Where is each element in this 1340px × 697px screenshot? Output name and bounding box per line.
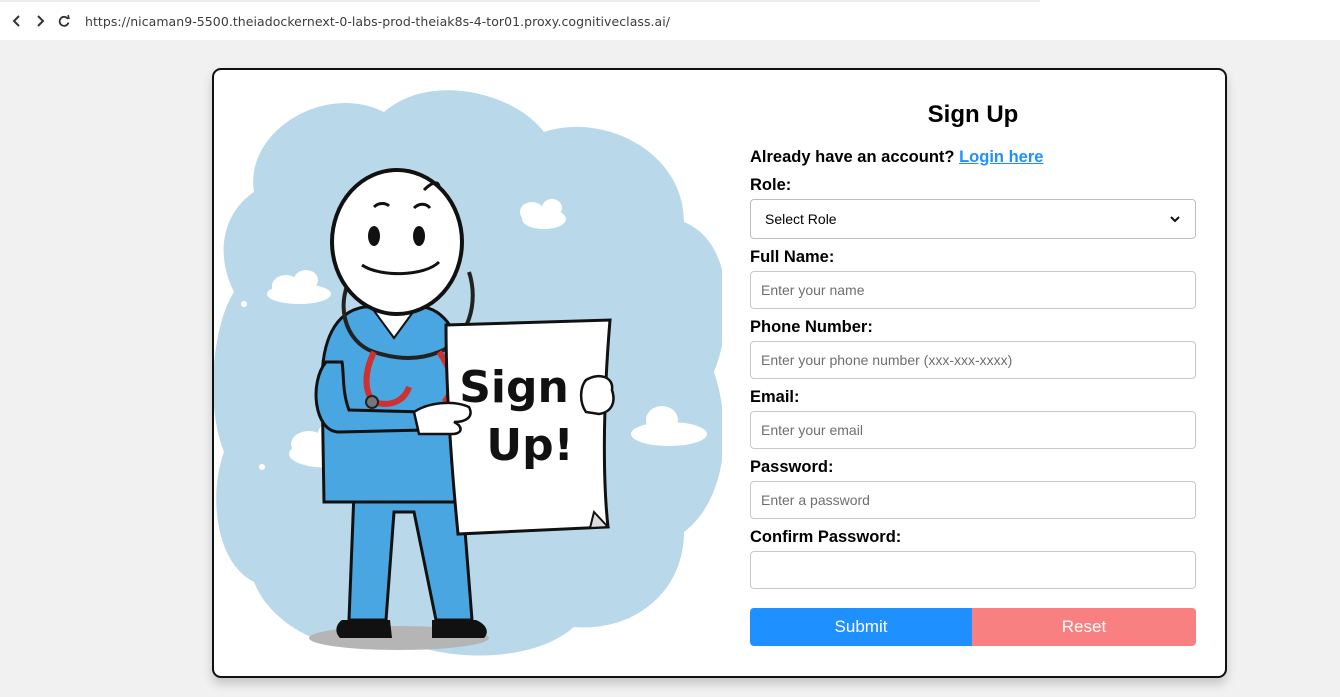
- login-prompt: Already have an account? Login here: [750, 148, 1043, 167]
- reload-button[interactable]: [56, 13, 72, 29]
- confirm-password-input[interactable]: [750, 551, 1196, 589]
- email-input[interactable]: [750, 411, 1196, 449]
- role-label: Role:: [750, 176, 792, 194]
- role-selected-value: Select Role: [765, 211, 837, 227]
- chevron-left-icon: [12, 15, 20, 27]
- email-label: Email:: [750, 388, 800, 406]
- back-button[interactable]: [9, 13, 25, 29]
- chevron-right-icon: [37, 15, 45, 27]
- password-input[interactable]: [750, 481, 1196, 519]
- password-label: Password:: [750, 458, 834, 476]
- phone-input[interactable]: [750, 341, 1196, 379]
- fullname-label: Full Name:: [750, 248, 835, 266]
- sign-text-line2: Up!: [486, 420, 573, 471]
- form-title: Sign Up: [927, 101, 1019, 128]
- chevron-down-icon: [1170, 216, 1180, 223]
- login-link[interactable]: Login here: [959, 148, 1043, 166]
- reset-button[interactable]: Reset: [972, 608, 1196, 646]
- submit-button[interactable]: Submit: [750, 608, 972, 646]
- tab-strip-line: [0, 0, 1340, 3]
- address-bar-url[interactable]: https://nicaman9-5500.theiadockernext-0-…: [85, 14, 670, 29]
- browser-toolbar: https://nicaman9-5500.theiadockernext-0-…: [0, 0, 1340, 40]
- role-select[interactable]: Select Role: [750, 199, 1196, 239]
- confirm-password-label: Confirm Password:: [750, 528, 902, 546]
- sign-text-line1: Sign: [459, 362, 569, 413]
- already-text: Already have an account?: [750, 148, 955, 166]
- signup-card: Sign Up! Sign Up Already have an account…: [212, 68, 1227, 678]
- signup-form: Sign Up Already have an account? Login h…: [750, 70, 1196, 676]
- reload-icon: [58, 14, 70, 27]
- forward-button[interactable]: [32, 13, 48, 29]
- phone-label: Phone Number:: [750, 318, 873, 336]
- doctor-sign-up-illustration: Sign Up!: [214, 90, 722, 656]
- fullname-input[interactable]: [750, 271, 1196, 309]
